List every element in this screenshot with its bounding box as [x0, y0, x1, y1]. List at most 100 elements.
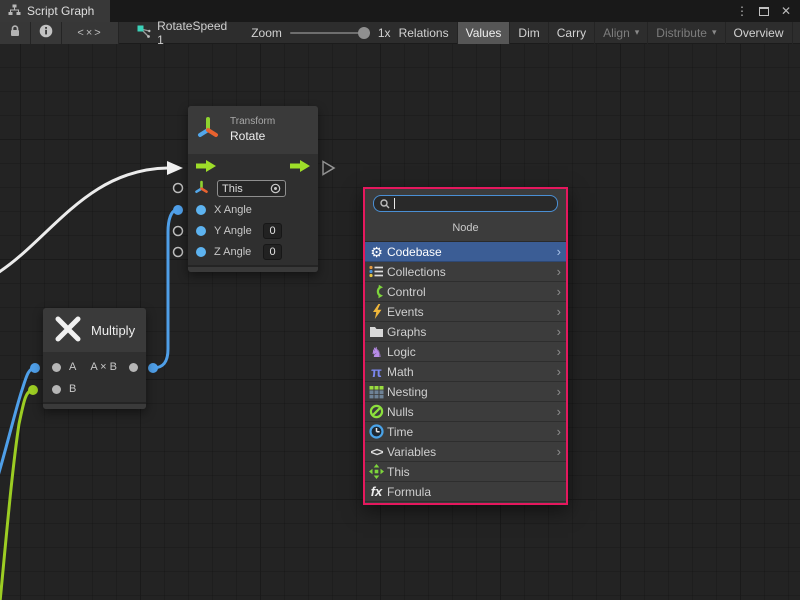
x-angle-label: X Angle: [214, 204, 252, 216]
menu-kebab-icon[interactable]: ⋮: [734, 3, 750, 19]
chevron-right-icon: ›: [557, 244, 561, 259]
finder-item-variables[interactable]: <> Variables ›: [365, 442, 566, 462]
flow-output-arrow-icon[interactable]: [290, 160, 310, 175]
distribute-button[interactable]: Distribute▾: [648, 22, 725, 44]
port-multiply-b-connected[interactable]: [28, 385, 38, 395]
tab-label: Script Graph: [27, 4, 94, 18]
unity-visual-scripting-window: Script Graph ⋮ ✕ <×> RotateSpeed 1: [0, 0, 800, 600]
overview-button[interactable]: Overview: [726, 22, 793, 44]
y-angle-label: Y Angle: [214, 225, 255, 237]
port-multiply-output-connected[interactable]: [148, 363, 158, 373]
chevron-right-icon: ›: [557, 264, 561, 279]
finder-header: Node: [365, 216, 566, 241]
inspect-button[interactable]: [31, 22, 62, 44]
finder-item-nesting[interactable]: Nesting ›: [365, 382, 566, 402]
finder-item-nulls[interactable]: Nulls ›: [365, 402, 566, 422]
finder-item-formula[interactable]: fx Formula: [365, 482, 566, 502]
wire-into-multiply-b[interactable]: [0, 390, 33, 600]
wire-multiply-to-x-angle[interactable]: [153, 210, 177, 368]
finder-item-logic[interactable]: ♞ Logic ›: [365, 342, 566, 362]
values-button[interactable]: Values: [458, 22, 511, 44]
multiply-b-row: B: [43, 378, 146, 400]
code-preview-button[interactable]: <×>: [62, 22, 119, 44]
port-multiply-a-connected[interactable]: [30, 363, 40, 373]
flow-output-triangle-icon[interactable]: [323, 162, 334, 175]
wire-into-multiply-a[interactable]: [0, 368, 35, 476]
info-icon: [39, 24, 53, 41]
this-port-row: This: [188, 178, 318, 199]
zoom-slider-handle[interactable]: [358, 27, 370, 39]
this-icon: [368, 464, 385, 480]
search-input[interactable]: [373, 195, 558, 212]
rotate-node-footer: [188, 265, 318, 272]
y-angle-value-field[interactable]: 0: [263, 223, 282, 239]
z-angle-port-dot[interactable]: [196, 247, 206, 257]
multiply-a-label: A: [69, 361, 76, 373]
multiply-x-icon: [53, 314, 83, 347]
z-angle-value-field[interactable]: 0: [263, 244, 282, 260]
multiply-b-label: B: [69, 383, 76, 395]
align-button[interactable]: Align▾: [595, 22, 648, 44]
port-this-empty[interactable]: [174, 184, 183, 193]
finder-item-label: Nesting: [387, 385, 428, 399]
fuzzy-finder-popup: Node ⚙ Codebase › Collections › Control …: [363, 187, 568, 505]
finder-item-label: Variables: [387, 445, 436, 459]
finder-item-this[interactable]: This: [365, 462, 566, 482]
node-multiply[interactable]: Multiply A A × B B: [43, 308, 146, 409]
finder-item-codebase[interactable]: ⚙ Codebase ›: [365, 242, 566, 262]
chevron-right-icon: ›: [557, 404, 561, 419]
this-field-value: This: [222, 183, 243, 195]
fullscreen-button[interactable]: Full Screen: [793, 22, 800, 44]
carry-button[interactable]: Carry: [549, 22, 595, 44]
toolbar-toggles: Relations Values Dim Carry Align▾ Distri…: [391, 22, 800, 44]
finder-item-collections[interactable]: Collections ›: [365, 262, 566, 282]
port-y-angle-empty[interactable]: [174, 227, 183, 236]
finder-item-math[interactable]: π Math ›: [365, 362, 566, 382]
relations-button[interactable]: Relations: [391, 22, 458, 44]
y-angle-port-dot[interactable]: [196, 226, 206, 236]
multiply-b-port-dot[interactable]: [52, 385, 61, 394]
wire-flow-input[interactable]: [0, 168, 168, 274]
lock-button[interactable]: [0, 22, 31, 44]
finder-item-time[interactable]: Time ›: [365, 422, 566, 442]
finder-item-label: Codebase: [387, 245, 442, 259]
chevron-right-icon: ›: [557, 324, 561, 339]
machine-icon: [368, 384, 385, 400]
maximize-icon[interactable]: [756, 3, 772, 19]
multiply-node-header[interactable]: Multiply: [43, 308, 146, 352]
finder-item-label: This: [387, 465, 410, 479]
finder-item-label: Events: [387, 305, 424, 319]
tab-script-graph[interactable]: Script Graph: [0, 0, 110, 22]
chevron-right-icon: ›: [557, 304, 561, 319]
finder-item-events[interactable]: Events ›: [365, 302, 566, 322]
multiply-output-port-dot[interactable]: [129, 363, 138, 372]
x-angle-port-dot[interactable]: [196, 205, 206, 215]
multiply-a-port-dot[interactable]: [52, 363, 61, 372]
flow-input-arrow-icon[interactable]: [196, 160, 216, 175]
zoom-control: Zoom 1x: [251, 26, 390, 40]
folder-icon: [368, 324, 385, 340]
graph-canvas[interactable]: Transform Rotate: [0, 44, 800, 600]
breadcrumb-label: RotateSpeed 1: [157, 19, 227, 47]
graph-toolbar: <×> RotateSpeed 1 Zoom 1x Relations Valu…: [0, 22, 800, 44]
finder-item-graphs[interactable]: Graphs ›: [365, 322, 566, 342]
finder-item-control[interactable]: Control ›: [365, 282, 566, 302]
list-icon: [368, 264, 385, 280]
finder-item-label: Time: [387, 425, 413, 439]
this-object-field[interactable]: This: [217, 180, 286, 197]
y-angle-port-row: Y Angle 0: [188, 220, 318, 241]
port-z-angle-empty[interactable]: [174, 248, 183, 257]
breadcrumb[interactable]: RotateSpeed 1: [137, 19, 227, 47]
object-picker-icon[interactable]: [270, 183, 281, 194]
close-icon[interactable]: ✕: [778, 3, 794, 19]
graph-hierarchy-icon: [8, 4, 21, 19]
rotate-node-header[interactable]: Transform Rotate: [188, 106, 318, 154]
transform-axes-mini-icon: [194, 180, 209, 198]
finder-item-label: Math: [387, 365, 414, 379]
zoom-slider[interactable]: [290, 32, 370, 34]
search-icon: [379, 198, 391, 210]
node-rotate[interactable]: Transform Rotate: [188, 106, 318, 272]
port-x-angle-connected[interactable]: [173, 205, 183, 215]
finder-item-label: Formula: [387, 485, 431, 499]
dim-button[interactable]: Dim: [510, 22, 548, 44]
